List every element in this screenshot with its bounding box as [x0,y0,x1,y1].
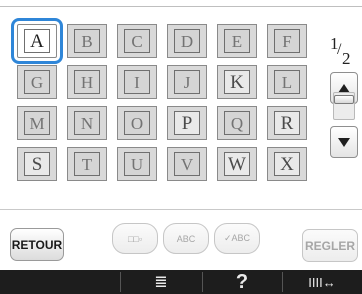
bottom-divider [0,209,362,210]
letter-tile-a[interactable]: A [11,18,63,64]
letter-glyph: O [124,111,150,135]
arc-text-button[interactable]: ABC [163,223,209,254]
regler-button[interactable]: REGLER [302,229,358,262]
scroll-thumb[interactable] [334,95,354,104]
letter-tile-b[interactable]: B [67,24,107,58]
letter-glyph: K [224,70,250,94]
letter-glyph: G [24,70,50,94]
letter-tile-u[interactable]: U [117,147,157,181]
letter-tile-q[interactable]: Q [217,106,257,140]
letter-tile-x[interactable]: X [267,147,307,181]
spacing-icon[interactable]: IIII↔ [284,270,360,294]
letter-glyph: N [74,111,100,135]
embroidery-alphabet-panel: ABCDEFGHIJKLMNOPQRSTUVWX 1 / 2 RETOUR □□… [0,0,362,294]
letter-tile-v[interactable]: V [167,147,207,181]
letter-glyph: I [124,70,150,94]
bottom-separator [202,272,203,292]
scroll-down-button[interactable] [330,126,358,158]
letter-glyph: T [74,152,100,176]
page-indicator: 1 / 2 [324,34,358,68]
bottom-separator [120,272,121,292]
array-mode-button[interactable]: □□▫ [112,223,158,254]
letter-tile-f[interactable]: F [267,24,307,58]
letter-tile-e[interactable]: E [217,24,257,58]
letter-tile-l[interactable]: L [267,65,307,99]
letter-glyph: Q [224,111,250,135]
letter-glyph: V [174,152,200,176]
letter-glyph: D [174,29,200,53]
letter-tile-r[interactable]: R [267,106,307,140]
letter-glyph: L [274,70,300,94]
letter-tile-p[interactable]: P [167,106,207,140]
letter-glyph: P [174,111,200,135]
letter-glyph: H [74,70,100,94]
letter-glyph: W [224,152,250,176]
list-icon[interactable]: ≣ [122,270,200,294]
help-icon[interactable]: ? [204,270,280,294]
letter-tile-m[interactable]: M [17,106,57,140]
letter-glyph: X [274,152,300,176]
letter-tile-w[interactable]: W [217,147,257,181]
page-total: 2 [342,49,351,68]
letter-tile-k[interactable]: K [217,65,257,99]
letter-glyph: M [24,111,50,135]
letter-tile-t[interactable]: T [67,147,107,181]
letter-tile-j[interactable]: J [167,65,207,99]
letter-glyph: E [224,29,250,53]
letter-tile-s[interactable]: S [17,147,57,181]
check-text-button[interactable]: ✓ABC [214,223,260,254]
page-slash: / [337,41,342,58]
retour-button[interactable]: RETOUR [10,228,64,261]
letter-glyph: C [124,29,150,53]
triangle-down-icon [338,137,350,147]
bottom-separator [282,272,283,292]
letter-glyph: F [274,29,300,53]
letter-glyph: S [24,152,50,176]
letter-grid: ABCDEF GHIJKL MNOPQR STUVWX [11,18,317,196]
letter-tile-g[interactable]: G [17,65,57,99]
letter-tile-n[interactable]: N [67,106,107,140]
letter-tile-c[interactable]: C [117,24,157,58]
letter-glyph: J [174,70,200,94]
letter-tile-d[interactable]: D [167,24,207,58]
letter-glyph: B [74,29,100,53]
letter-glyph: A [24,29,50,53]
top-divider [0,6,362,7]
letter-tile-h[interactable]: H [67,65,107,99]
letter-tile-o[interactable]: O [117,106,157,140]
letter-glyph: U [124,152,150,176]
letter-tile-i[interactable]: I [117,65,157,99]
letter-glyph: R [274,111,300,135]
